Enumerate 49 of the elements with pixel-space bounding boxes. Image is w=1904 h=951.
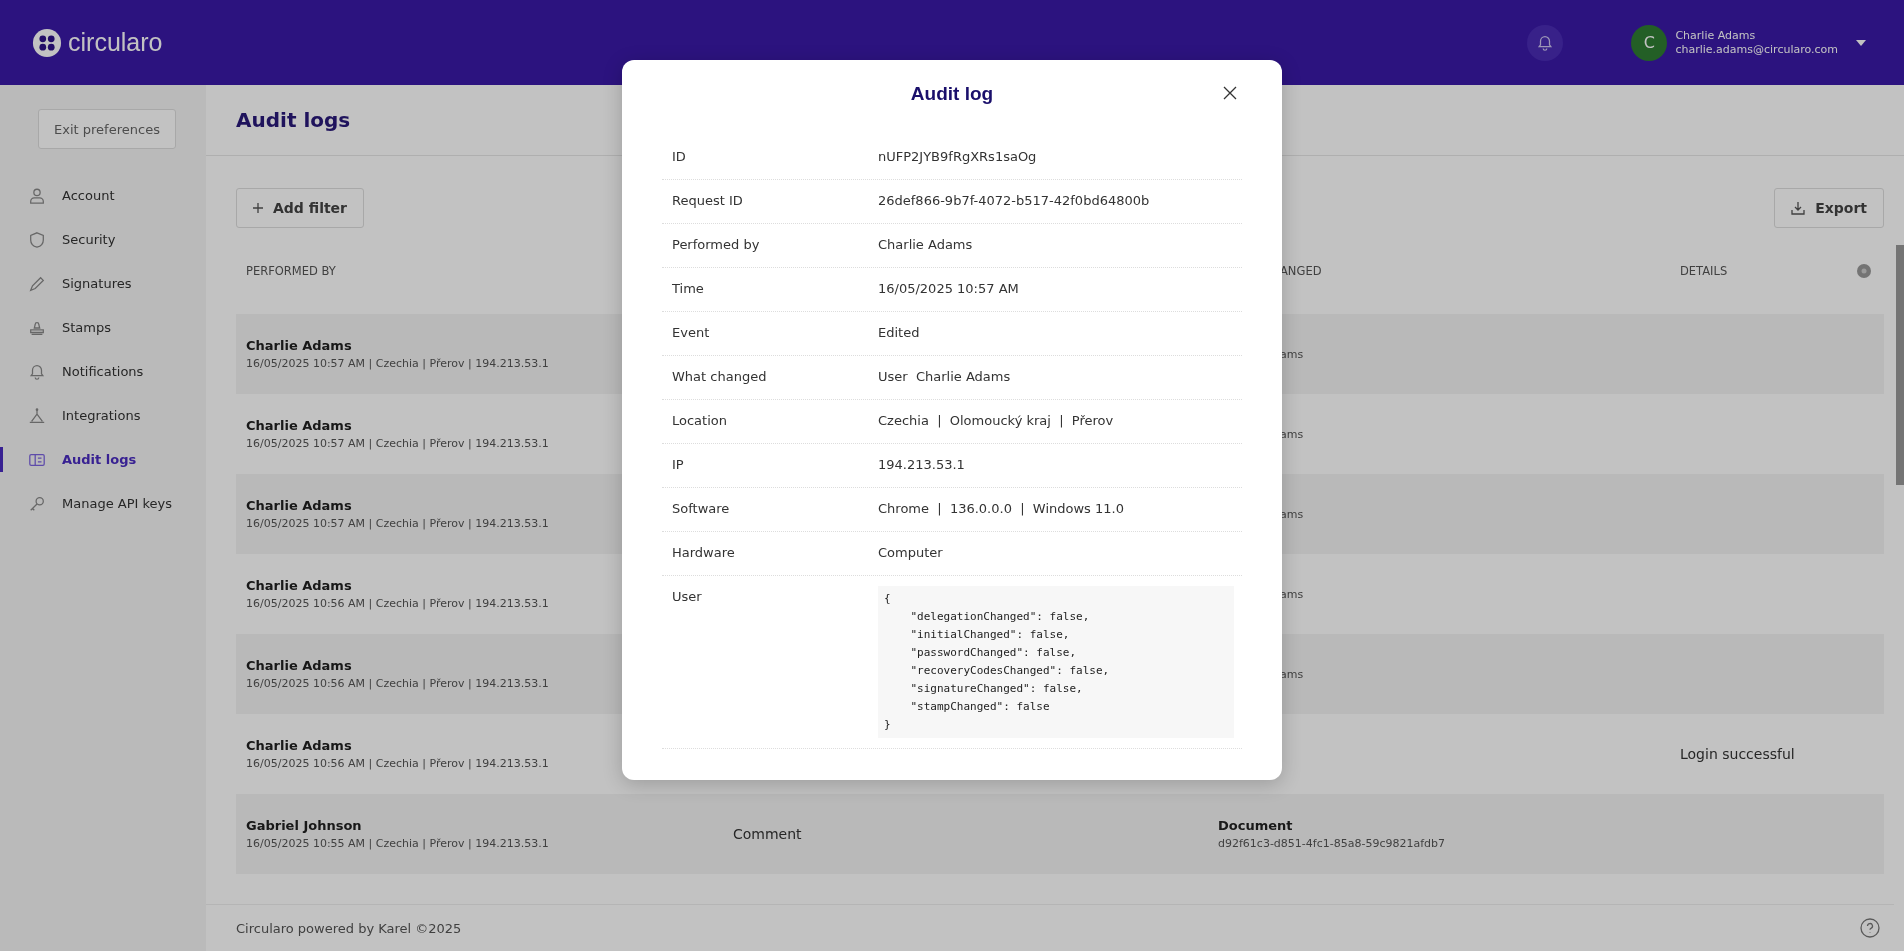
field-value: 26def866-9b7f-4072-b517-42f0bd64800b: [878, 192, 1151, 210]
changed-item: Document: [1218, 818, 1293, 833]
event-meta: 16/05/2025 10:57 AM | Czechia | Přerov | 194.213.53.1: [246, 437, 549, 450]
logo-text: circularo: [68, 28, 163, 57]
user-name: Charlie Adams: [1675, 29, 1757, 43]
performer-name: Gabriel Johnson: [246, 818, 362, 833]
details-text: Login successful: [1680, 746, 1795, 762]
changed-item-id: d92f61c3-d851-4fc1-85a8-59c9821afdb7: [1218, 837, 1446, 850]
dialog-title: Audit log: [910, 83, 994, 105]
field-value: Czechia | Olomoucký kraj | Přerov: [878, 412, 1115, 430]
field-value: nUFP2JYB9fRgXRs1saOg: [878, 148, 1038, 166]
column-header: DETAILS: [1680, 264, 1729, 278]
event-meta: 16/05/2025 10:57 AM | Czechia | Přerov | 194.213.53.1: [246, 517, 549, 530]
field-label: User: [672, 588, 703, 606]
field-label: Time: [672, 280, 705, 298]
field-value: 16/05/2025 10:57 AM: [878, 280, 1020, 298]
performer-name: Charlie Adams: [246, 418, 352, 433]
event-meta: 16/05/2025 10:56 AM | Czechia | Přerov | 194.213.53.1: [246, 757, 549, 770]
event-meta: 16/05/2025 10:56 AM | Czechia | Přerov | 194.213.53.1: [246, 677, 549, 690]
event-type: Comment: [733, 826, 802, 842]
performer-name: Charlie Adams: [246, 658, 352, 673]
event-meta: 16/05/2025 10:55 AM | Czechia | Přerov | 194.213.53.1: [246, 837, 549, 850]
performer-name: Charlie Adams: [246, 338, 352, 353]
column-header: ANGED: [1279, 264, 1323, 278]
field-label: Event: [672, 324, 711, 342]
field-value: User Charlie Adams: [878, 368, 1012, 386]
field-value: Chrome | 136.0.0.0 | Windows 11.0: [878, 500, 1125, 518]
field-label: Request ID: [672, 192, 744, 210]
field-value: 194.213.53.1: [878, 456, 966, 474]
field-value: Charlie Adams: [878, 236, 974, 254]
event-meta: 16/05/2025 10:57 AM | Czechia | Přerov | 194.213.53.1: [246, 357, 549, 370]
performer-name: Charlie Adams: [246, 738, 352, 753]
field-label: Software: [672, 500, 731, 518]
event-meta: 16/05/2025 10:56 AM | Czechia | Přerov | 194.213.53.1: [246, 597, 549, 610]
field-label: Hardware: [672, 544, 736, 562]
field-label: Location: [672, 412, 728, 430]
json-code-block: { "delegationChanged": false, "initialChanged": false, "passwordChanged": false, "recoveryCodesChanged": false, "signatureChanged": false, "stampChanged": false }: [878, 586, 1234, 738]
footer-text: Circularo powered by Karel ©2025: [236, 920, 462, 936]
performer-name: Charlie Adams: [246, 498, 352, 513]
field-label: IP: [672, 456, 685, 474]
field-label: What changed: [672, 368, 768, 386]
field-label: ID: [672, 148, 687, 166]
column-header: PERFORMED BY: [246, 264, 337, 278]
user-email: charlie.adams@circularo.com: [1675, 42, 1838, 56]
field-value: Computer: [878, 544, 944, 562]
page-title: Audit logs: [236, 108, 351, 132]
field-value: Edited: [878, 324, 921, 342]
performer-name: Charlie Adams: [246, 578, 352, 593]
field-label: Performed by: [672, 236, 761, 254]
